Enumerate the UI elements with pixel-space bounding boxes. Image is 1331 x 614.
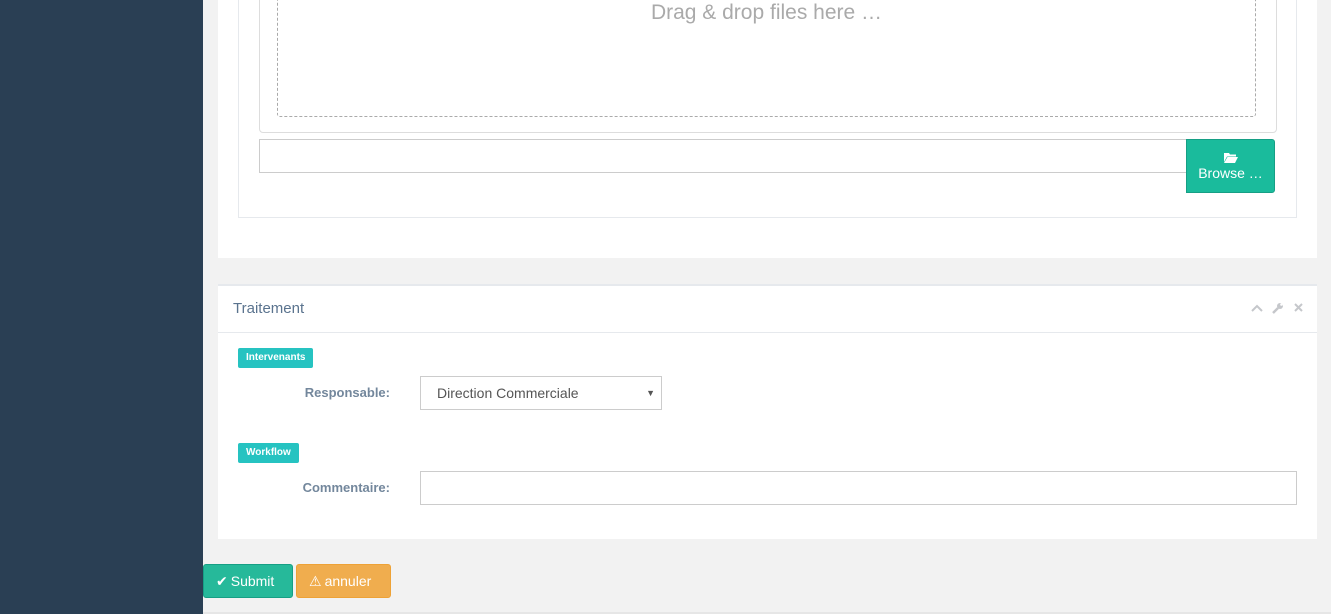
file-preview: Drag & drop files here … bbox=[259, 0, 1277, 133]
submit-button[interactable]: ✔ Submit bbox=[203, 564, 293, 598]
commentaire-input[interactable] bbox=[420, 471, 1297, 505]
upload-panel: Drag & drop files here … Browse … bbox=[218, 0, 1317, 258]
panel-divider bbox=[218, 332, 1317, 333]
panel-toolbox bbox=[1250, 302, 1305, 316]
panel-title: Traitement bbox=[233, 300, 305, 317]
main-content: Drag & drop files here … Browse … Traite… bbox=[203, 0, 1331, 614]
commentaire-label: Commentaire: bbox=[302, 480, 390, 495]
responsable-value: Direction Commerciale bbox=[437, 385, 579, 401]
check-icon: ✔ bbox=[216, 573, 228, 589]
close-icon[interactable] bbox=[1292, 302, 1305, 316]
drop-zone-text: Drag & drop files here … bbox=[650, 1, 883, 24]
file-caption-field[interactable] bbox=[259, 139, 1187, 173]
folder-open-icon bbox=[1223, 150, 1238, 163]
sidebar bbox=[0, 0, 203, 614]
drop-zone[interactable]: Drag & drop files here … bbox=[277, 0, 1256, 117]
cancel-button[interactable]: ⚠ annuler bbox=[296, 564, 391, 598]
file-input-container: Drag & drop files here … Browse … bbox=[238, 0, 1297, 218]
chevron-up-icon[interactable] bbox=[1250, 302, 1263, 316]
browse-button[interactable]: Browse … bbox=[1186, 139, 1275, 193]
responsable-select[interactable]: Direction Commerciale ▼ bbox=[420, 376, 662, 410]
intervenants-badge: Intervenants bbox=[238, 348, 314, 368]
cancel-label: annuler bbox=[324, 573, 372, 589]
responsable-label: Responsable: bbox=[304, 385, 390, 400]
browse-label: Browse … bbox=[1198, 165, 1263, 181]
submit-label: Submit bbox=[230, 573, 275, 589]
workflow-badge: Workflow bbox=[238, 443, 299, 463]
warning-icon: ⚠ bbox=[309, 573, 322, 589]
caret-down-icon: ▼ bbox=[646, 388, 655, 398]
wrench-icon[interactable] bbox=[1271, 302, 1284, 316]
traitement-panel: Traitement Intervenants Responsable: Dir… bbox=[218, 284, 1317, 539]
